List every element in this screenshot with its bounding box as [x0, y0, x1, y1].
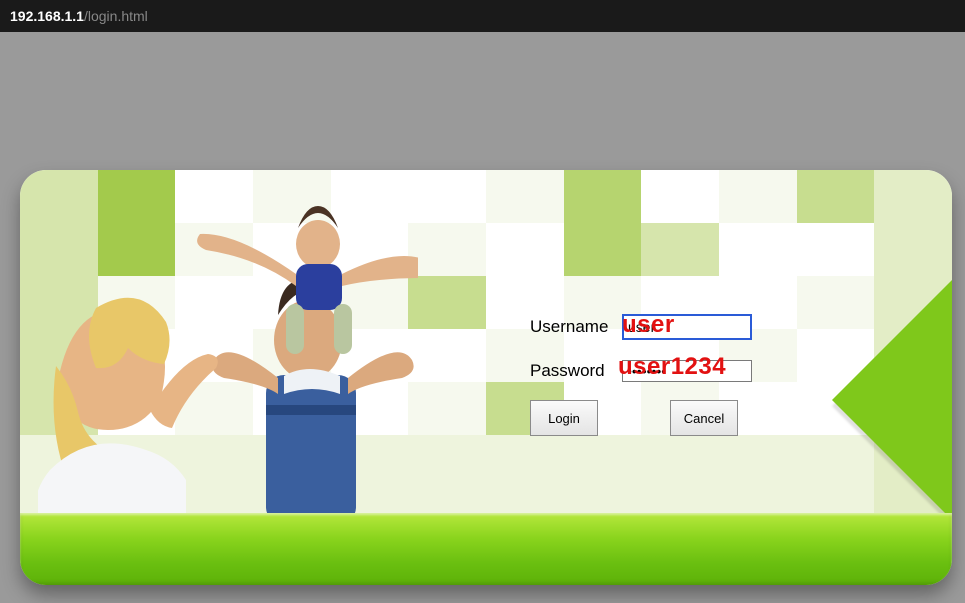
- address-bar[interactable]: 192.168.1.1/login.html: [0, 0, 965, 32]
- cancel-button[interactable]: Cancel: [670, 400, 738, 436]
- page-content: Username user Password user1234 Login Ca…: [0, 32, 965, 603]
- username-label: Username: [530, 317, 622, 337]
- login-button[interactable]: Login: [530, 400, 598, 436]
- login-form: Username user Password user1234 Login Ca…: [530, 312, 830, 436]
- button-row: Login Cancel: [530, 400, 830, 436]
- url-path: /login.html: [84, 8, 148, 24]
- password-input[interactable]: [622, 360, 752, 382]
- password-label: Password: [530, 361, 622, 381]
- url-host: 192.168.1.1: [10, 8, 84, 24]
- username-row: Username user: [530, 312, 830, 342]
- password-row: Password user1234: [530, 356, 830, 386]
- username-wrap: user: [622, 314, 752, 340]
- login-card: Username user Password user1234 Login Ca…: [20, 170, 952, 585]
- bottom-green-bar: [20, 513, 952, 585]
- password-wrap: user1234: [622, 358, 752, 384]
- corner-triangle: [832, 280, 952, 520]
- family-illustration: [38, 170, 418, 523]
- username-input[interactable]: [622, 314, 752, 340]
